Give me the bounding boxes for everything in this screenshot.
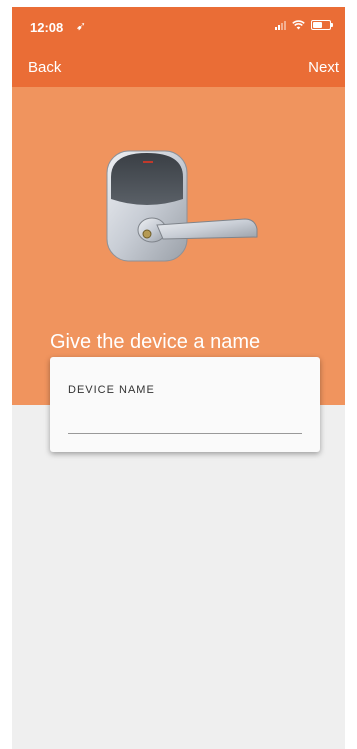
device-name-label: Device Name: [68, 384, 155, 396]
device-name-input[interactable]: [68, 403, 302, 434]
location-arrow-icon: ➹: [76, 19, 87, 33]
wifi-icon: [292, 20, 305, 30]
app-screen: 12:08 ➹ Back Next Give the device a name…: [12, 7, 345, 749]
status-icons: [275, 20, 333, 30]
next-button[interactable]: Next: [308, 59, 339, 76]
name-prompt: Give the device a name: [50, 331, 261, 353]
navigation-bar: 12:08 ➹ Back Next: [12, 7, 345, 87]
battery-icon: [311, 20, 333, 30]
back-button[interactable]: Back: [28, 59, 61, 76]
door-lock-lever-image: [106, 150, 258, 262]
cellular-signal-icon: [275, 20, 286, 30]
device-name-card: Device Name: [50, 357, 320, 452]
status-time: 12:08: [30, 20, 64, 35]
